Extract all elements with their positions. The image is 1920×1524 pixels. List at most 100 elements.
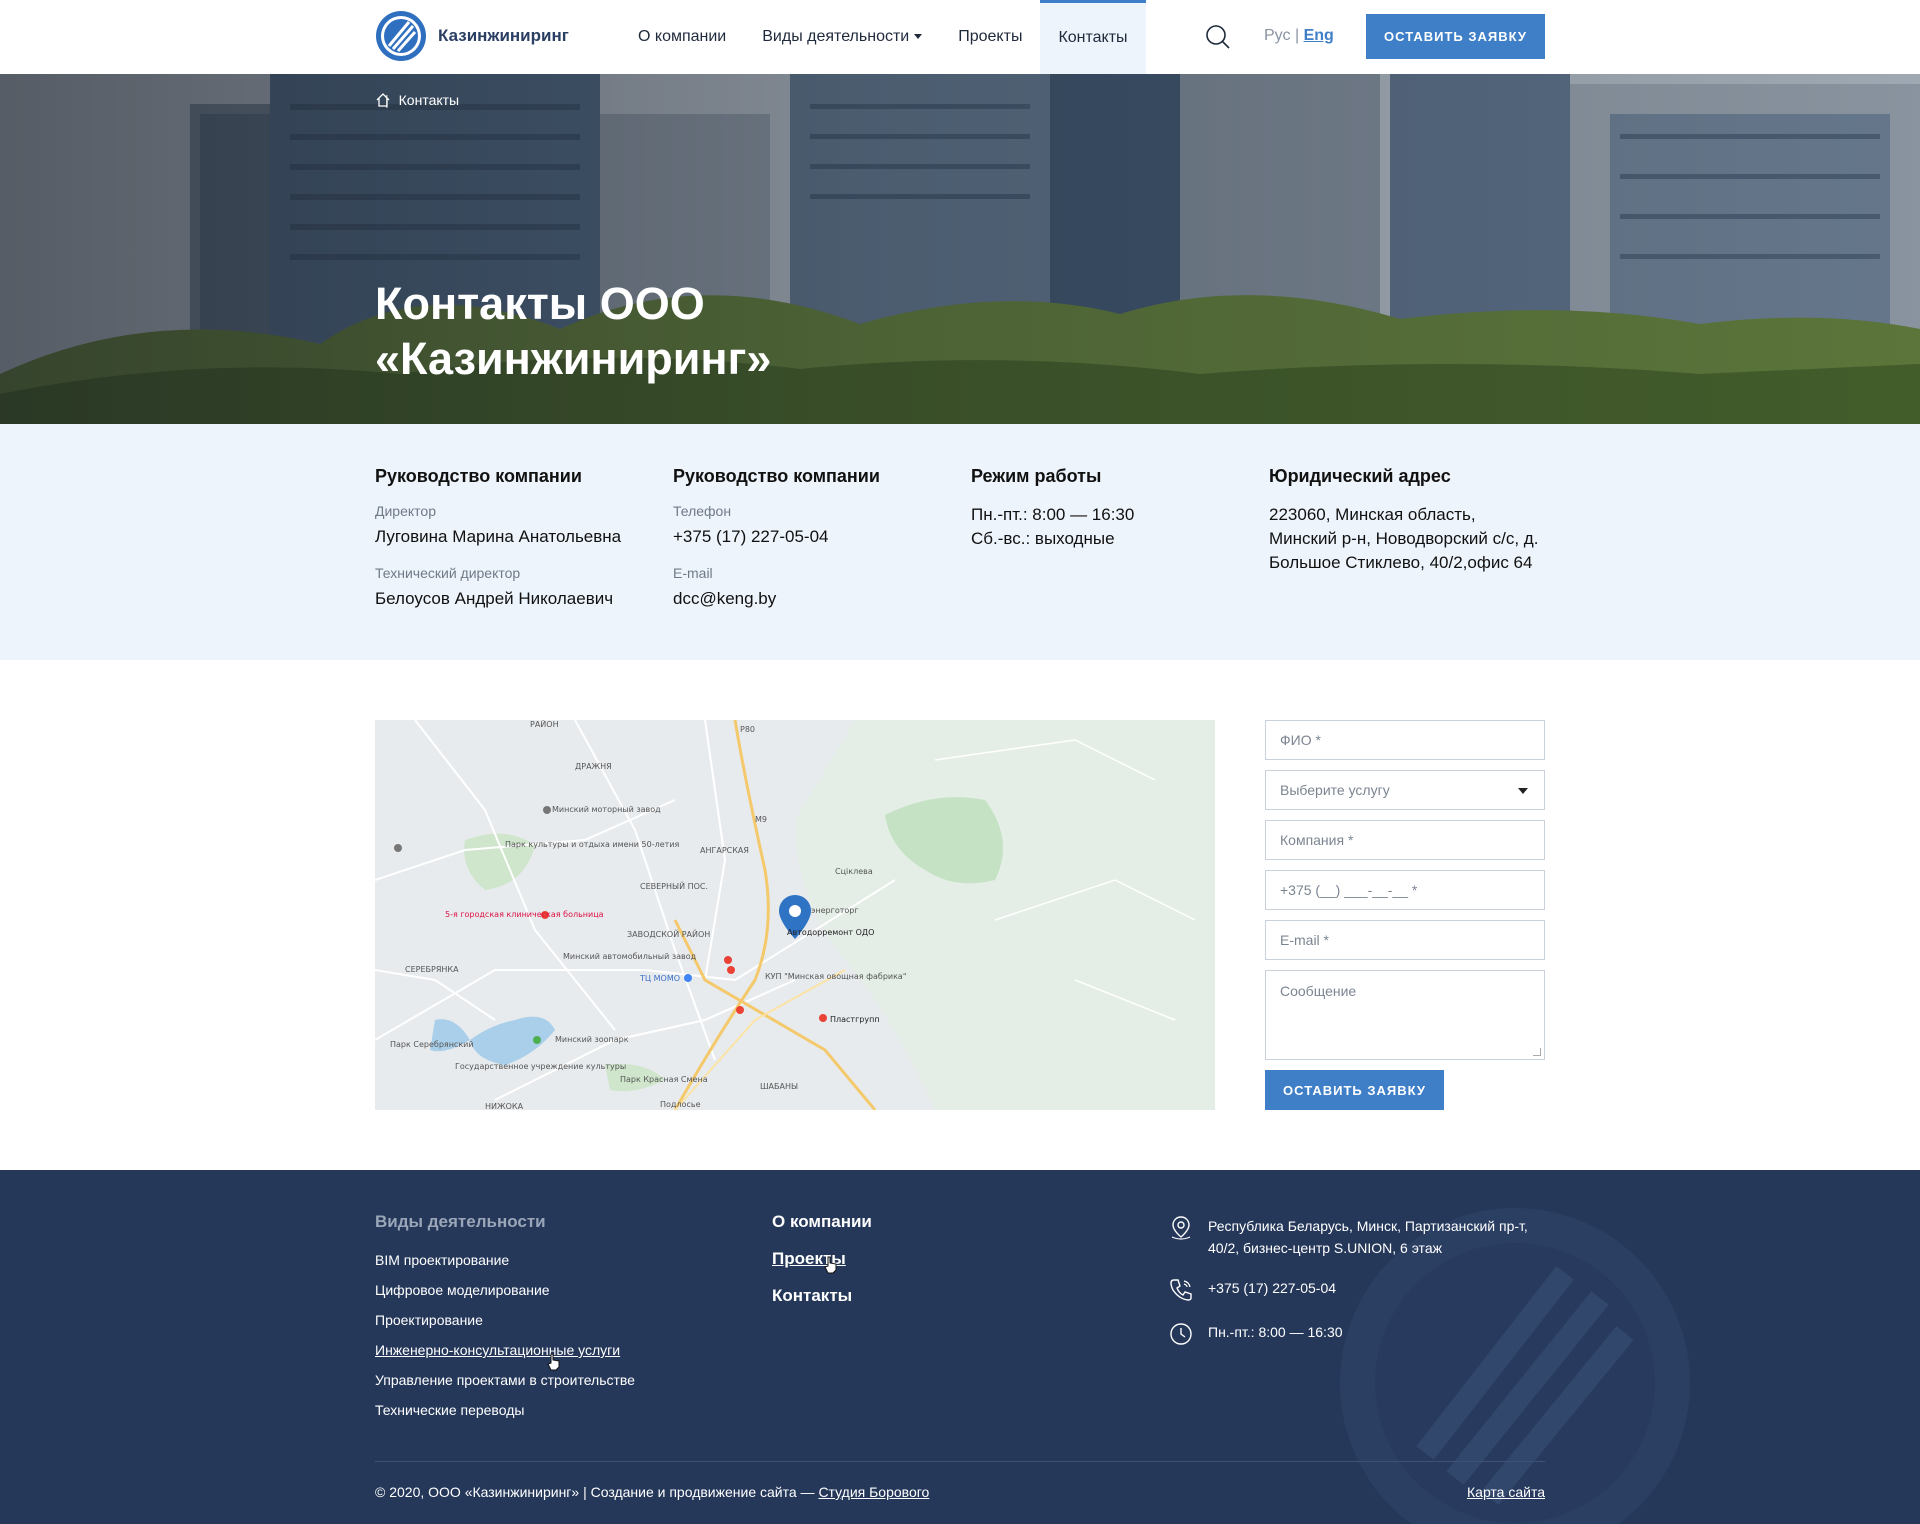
map-label: СЕВЕРНЫЙ ПОС. bbox=[640, 882, 709, 891]
contact-info-band: Руководство компании Директор Луговина М… bbox=[0, 424, 1920, 660]
info-heading: Руководство компании bbox=[375, 466, 582, 486]
message-placeholder: Сообщение bbox=[1280, 983, 1357, 999]
map-label: Минский моторный завод bbox=[552, 805, 661, 814]
footer-activities-heading[interactable]: Виды деятельности bbox=[375, 1212, 635, 1232]
map-label: ЗАВОДСКОЙ РАЙОН bbox=[627, 930, 711, 939]
breadcrumb-current: Контакты bbox=[398, 92, 460, 108]
info-hours-weekdays: Пн.-пт.: 8:00 — 16:30 bbox=[971, 505, 1135, 524]
location-map[interactable]: РАЙОН ДРАЖНЯ Минский моторный завод Парк… bbox=[375, 720, 1215, 1110]
map-label: Пластгрупп bbox=[830, 1015, 880, 1024]
footer-copyright: © 2020, ООО «Казинжиниринг» | Создание и… bbox=[375, 1484, 929, 1500]
submit-request-button[interactable]: ОСТАВИТЬ ЗАЯВКУ bbox=[1265, 1070, 1444, 1110]
map-label: Сцiклева bbox=[835, 867, 873, 876]
header-request-button[interactable]: ОСТАВИТЬ ЗАЯВКУ bbox=[1366, 14, 1545, 59]
footer-address: Республика Беларусь, Минск, Партизанский… bbox=[1208, 1218, 1528, 1256]
info-label: E-mail bbox=[673, 565, 713, 581]
footer-link-bim[interactable]: BIM проектирование bbox=[375, 1252, 635, 1268]
info-address-col: Юридический адрес 223060, Минская област… bbox=[1269, 466, 1539, 575]
caret-down-icon bbox=[914, 34, 923, 40]
info-heading: Режим работы bbox=[971, 466, 1102, 486]
studio-link[interactable]: Студия Борового bbox=[818, 1484, 929, 1500]
lang-en[interactable]: Eng bbox=[1304, 27, 1334, 44]
info-label: Технический директор bbox=[375, 565, 521, 581]
footer-link-project-management[interactable]: Управление проектами в строительстве bbox=[375, 1372, 635, 1388]
info-email[interactable]: dcc@keng.by bbox=[673, 587, 963, 611]
map-label: Парк Серебрянский bbox=[390, 1040, 474, 1049]
info-hours-weekend: Сб.-вс.: выходные bbox=[971, 529, 1115, 548]
clock-icon bbox=[1170, 1323, 1192, 1345]
info-phone[interactable]: +375 (17) 227-05-04 bbox=[673, 525, 963, 549]
dropdown-arrow-icon bbox=[1518, 788, 1528, 794]
map-label: Автодорремонт ОДО bbox=[787, 928, 875, 937]
info-heading: Юридический адрес bbox=[1269, 466, 1451, 486]
footer-link-translations[interactable]: Технические переводы bbox=[375, 1402, 635, 1418]
map-label: Государственное учреждение культуры bbox=[455, 1062, 627, 1071]
map-label: Подлосье bbox=[660, 1100, 701, 1109]
footer-activities: Виды деятельности BIM проектирование Циф… bbox=[375, 1212, 635, 1432]
map-label: ДРАЖНЯ bbox=[575, 762, 612, 771]
info-management-col: Руководство компании Директор Луговина М… bbox=[375, 466, 665, 627]
map-pin-icon bbox=[1171, 1216, 1191, 1240]
map-label: СЕРЕБРЯНКА bbox=[405, 965, 459, 974]
email-input[interactable]: E-mail * bbox=[1265, 920, 1545, 960]
map-label: ТЦ MOMO bbox=[640, 974, 681, 983]
lang-ru[interactable]: Рус bbox=[1264, 27, 1291, 44]
nav-activities[interactable]: Виды деятельности bbox=[744, 0, 940, 74]
map-label: Минский зоопарк bbox=[555, 1035, 629, 1044]
hero-banner: | Контакты Контакты ООО «Казинжиниринг» bbox=[0, 74, 1920, 424]
map-road-label: М9 bbox=[755, 815, 767, 824]
footer-link-consulting[interactable]: Инженерно-консультационные услуги bbox=[375, 1342, 635, 1358]
request-form: ФИО * Выберите услугу Компания * +375 (_… bbox=[1265, 720, 1545, 1110]
footer-link-about[interactable]: О компании bbox=[772, 1212, 872, 1232]
lang-separator: | bbox=[1294, 27, 1300, 44]
info-hours-col: Режим работы Пн.-пт.: 8:00 — 16:30 Сб.-в… bbox=[971, 466, 1261, 551]
footer-link-digital-modeling[interactable]: Цифровое моделирование bbox=[375, 1282, 635, 1298]
footer-contacts: Республика Беларусь, Минск, Партизанский… bbox=[1168, 1215, 1548, 1365]
map-label: АНГАРСКАЯ bbox=[700, 846, 749, 855]
service-select-value: Выберите услугу bbox=[1280, 782, 1390, 798]
map-label: Парк культуры и отдыха имени 50-летия bbox=[505, 840, 680, 849]
language-switch: Рус | Eng bbox=[1264, 27, 1334, 45]
footer-address-row: Республика Беларусь, Минск, Партизанский… bbox=[1168, 1215, 1548, 1259]
phone-input[interactable]: +375 (__) ___-__-__ * bbox=[1265, 870, 1545, 910]
search-icon[interactable] bbox=[1205, 24, 1231, 50]
footer-link-contacts[interactable]: Контакты bbox=[772, 1286, 872, 1306]
map-label: Парк Красная Смена bbox=[620, 1075, 708, 1084]
footer-link-design[interactable]: Проектирование bbox=[375, 1312, 635, 1328]
hero-overlay bbox=[0, 74, 1920, 424]
map-road-label: Р80 bbox=[740, 725, 756, 734]
footer-divider bbox=[375, 1461, 1545, 1462]
breadcrumb-separator: | bbox=[385, 92, 389, 108]
resize-handle-icon[interactable] bbox=[1533, 1048, 1541, 1056]
logo-text: Казинжиниринг bbox=[438, 26, 569, 45]
hand-cursor-icon bbox=[547, 1353, 560, 1371]
footer-link-projects[interactable]: Проекты bbox=[772, 1249, 872, 1269]
info-label: Телефон bbox=[673, 503, 732, 519]
site-header: Казинжиниринг О компании Виды деятельнос… bbox=[0, 0, 1920, 74]
hand-cursor-icon bbox=[824, 1256, 837, 1274]
phone-icon bbox=[1170, 1279, 1192, 1301]
nav-projects[interactable]: Проекты bbox=[940, 0, 1040, 74]
map-label: энерготорг bbox=[811, 906, 859, 915]
sitemap-link[interactable]: Карта сайта bbox=[1467, 1484, 1545, 1500]
map-label: ШАБАНЫ bbox=[760, 1082, 799, 1091]
info-value: Луговина Марина Анатольевна bbox=[375, 527, 622, 546]
map-label: Минский автомобильный завод bbox=[563, 952, 697, 961]
nav-contacts[interactable]: Контакты bbox=[1040, 0, 1146, 74]
info-heading: Руководство компании bbox=[673, 466, 880, 486]
message-textarea[interactable]: Сообщение bbox=[1265, 970, 1545, 1060]
page-title: Контакты ООО «Казинжиниринг» bbox=[375, 278, 772, 384]
service-select[interactable]: Выберите услугу bbox=[1265, 770, 1545, 810]
info-contacts-col: Руководство компании Телефон +375 (17) 2… bbox=[673, 466, 963, 627]
company-input[interactable]: Компания * bbox=[1265, 820, 1545, 860]
nav-about[interactable]: О компании bbox=[620, 0, 744, 74]
footer-phone[interactable]: +375 (17) 227-05-04 bbox=[1208, 1277, 1336, 1299]
breadcrumb: | Контакты bbox=[375, 92, 459, 108]
map-label: КУП "Минская овощная фабрика" bbox=[765, 972, 907, 981]
map-label: НИЖОКА bbox=[485, 1102, 524, 1110]
logo-mark-icon bbox=[376, 11, 426, 61]
footer-hours-row: Пн.-пт.: 8:00 — 16:30 bbox=[1168, 1321, 1548, 1347]
logo[interactable]: Казинжиниринг bbox=[375, 10, 569, 62]
map-label: 5-я городская клиническая больница bbox=[445, 910, 604, 919]
fio-input[interactable]: ФИО * bbox=[1265, 720, 1545, 760]
